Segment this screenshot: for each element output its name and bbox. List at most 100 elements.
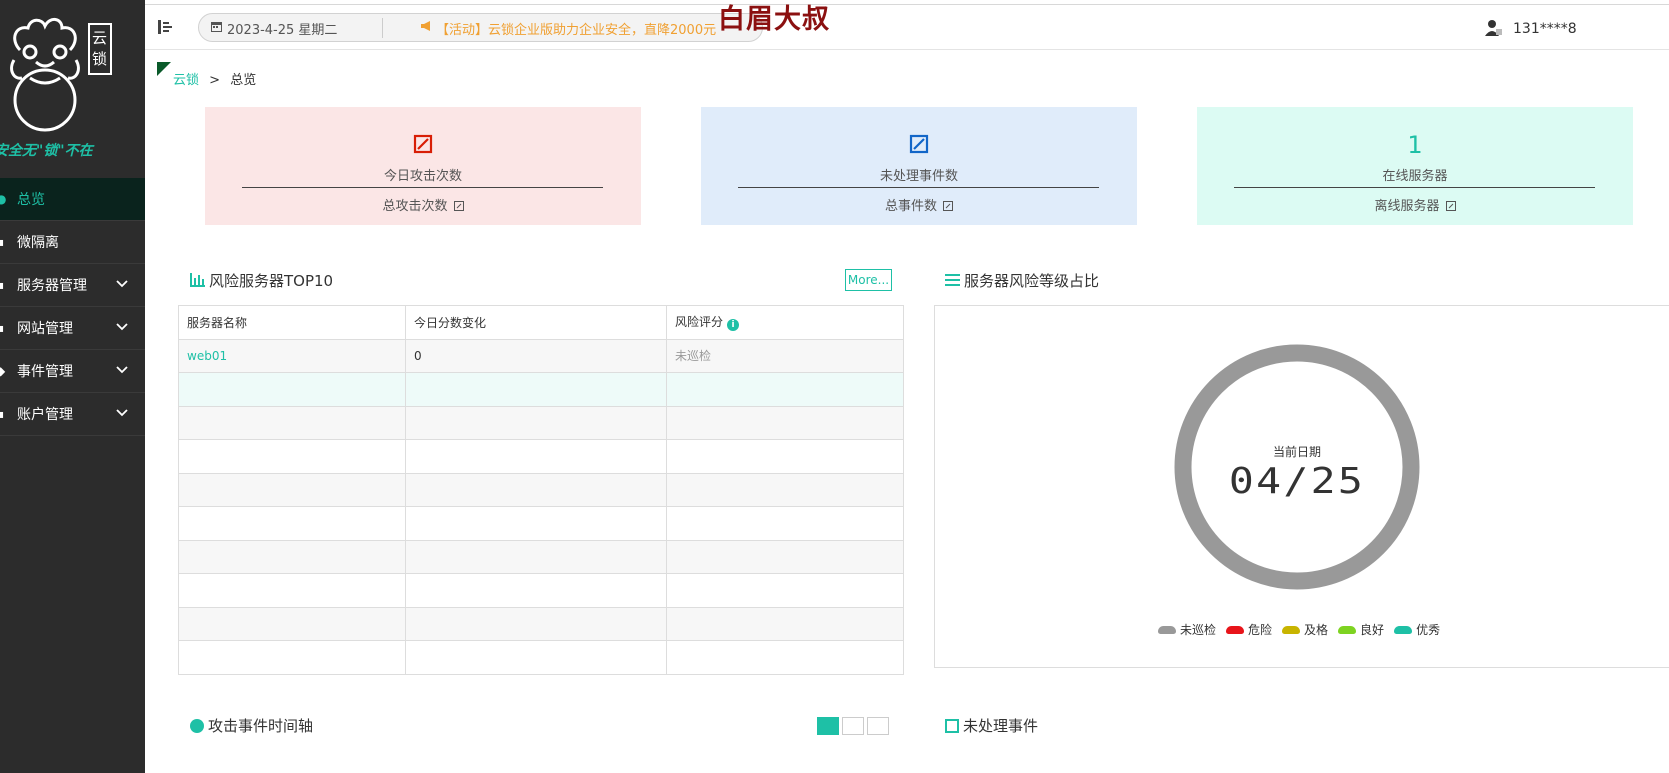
legend-item[interactable]: 危险 bbox=[1226, 623, 1272, 637]
logo[interactable]: 云锁 安全无"锁"不在 bbox=[0, 0, 145, 178]
stat-sub-link[interactable]: 总攻击次数 bbox=[205, 195, 641, 214]
table-cell bbox=[666, 439, 904, 474]
sidebar-item-label: 账户管理 bbox=[17, 407, 73, 423]
table-row bbox=[178, 539, 904, 574]
sidebar-toggle-icon[interactable] bbox=[157, 18, 175, 36]
sidebar-item-accounts[interactable]: ▪ 账户管理 bbox=[0, 393, 145, 436]
column-header: 服务器名称 bbox=[178, 305, 406, 340]
legend-item[interactable]: 优秀 bbox=[1394, 623, 1440, 637]
checkbox-icon bbox=[945, 719, 959, 733]
table-cell bbox=[178, 539, 406, 574]
stat-label: 今日攻击次数 bbox=[383, 169, 462, 184]
sidebar-item-overview[interactable]: ● 总览 bbox=[0, 178, 145, 221]
column-header-text: 风险评分 bbox=[675, 315, 724, 330]
table-cell: 0 bbox=[405, 338, 667, 373]
legend-label: 未巡检 bbox=[1180, 623, 1217, 637]
table-cell: 未巡检 bbox=[666, 338, 904, 373]
view-button-list[interactable] bbox=[817, 717, 839, 735]
column-header: 风险评分 i bbox=[666, 305, 904, 340]
breadcrumb-root-link[interactable]: 云锁 bbox=[173, 73, 199, 88]
pending-panel-title: 未处理事件 bbox=[945, 715, 1038, 736]
date-promo-bar: 2023-4-25 星期二 【活动】云锁企业版助力企业安全，直降2000元 bbox=[198, 13, 763, 42]
donut-center-label: 当前日期 bbox=[1272, 445, 1321, 459]
view-button-grid[interactable] bbox=[842, 717, 864, 735]
risk-server-table: 服务器名称 今日分数变化 风险评分 i web01 0 未巡检 bbox=[178, 305, 904, 675]
table-cell bbox=[666, 606, 904, 641]
pending-title-text: 未处理事件 bbox=[963, 717, 1039, 735]
corner-marker bbox=[157, 62, 171, 76]
table-cell bbox=[178, 372, 406, 407]
table-cell[interactable]: web01 bbox=[178, 338, 406, 373]
sidebar-item-micro-isolation[interactable]: ▪ 微隔离 bbox=[0, 221, 145, 264]
legend-swatch-icon bbox=[1226, 626, 1245, 634]
table-cell bbox=[178, 573, 406, 608]
table-row bbox=[178, 405, 904, 440]
table-cell bbox=[666, 573, 904, 608]
table-cell bbox=[666, 539, 904, 574]
sidebar-item-events[interactable]: ◆ 事件管理 bbox=[0, 350, 145, 393]
user-menu[interactable]: 131****8 bbox=[1485, 19, 1577, 37]
table-row bbox=[178, 606, 904, 641]
table-cell bbox=[405, 472, 667, 507]
chevron-down-icon bbox=[116, 323, 128, 331]
stat-label: 未处理事件数 bbox=[879, 169, 958, 184]
promo-link[interactable]: 【活动】云锁企业版助力企业安全，直降2000元 bbox=[436, 19, 716, 38]
table-cell bbox=[178, 606, 406, 641]
table-cell bbox=[666, 472, 904, 507]
sidebar-item-servers[interactable]: ▪ 服务器管理 bbox=[0, 264, 145, 307]
stat-card-servers: 1 在线服务器 离线服务器 bbox=[1197, 107, 1633, 225]
external-link-icon bbox=[1445, 201, 1456, 211]
legend-item[interactable]: 未巡检 bbox=[1158, 623, 1216, 637]
calendar-icon bbox=[211, 22, 222, 32]
sidebar-item-websites[interactable]: ▪ 网站管理 bbox=[0, 307, 145, 350]
table-cell bbox=[405, 405, 667, 440]
table-cell bbox=[405, 606, 667, 641]
list-icon bbox=[945, 274, 960, 286]
megaphone-icon bbox=[421, 21, 430, 31]
logo-badge: 云锁 bbox=[92, 29, 108, 68]
stat-sub-label: 总攻击次数 bbox=[382, 199, 448, 214]
donut-center-value: 04/25 bbox=[1228, 461, 1366, 502]
brand-watermark: 白眉大叔 bbox=[718, 4, 830, 35]
edit-square-icon bbox=[909, 134, 929, 154]
legend-label: 危险 bbox=[1248, 623, 1273, 637]
stat-sub-link[interactable]: 离线服务器 bbox=[1197, 195, 1633, 214]
table-cell bbox=[178, 439, 406, 474]
legend-item[interactable]: 良好 bbox=[1338, 623, 1384, 637]
table-cell bbox=[178, 405, 406, 440]
table-row bbox=[178, 573, 904, 608]
stat-card-attacks: 今日攻击次数 总攻击次数 bbox=[205, 107, 641, 225]
sidebar-item-label: 网站管理 bbox=[17, 321, 73, 337]
timeline-title-text: 攻击事件时间轴 bbox=[208, 717, 314, 735]
breadcrumb: 云锁 > 总览 bbox=[173, 69, 256, 88]
server-icon: ▪ bbox=[0, 278, 5, 292]
stat-card-events: 未处理事件数 总事件数 bbox=[701, 107, 1137, 225]
chevron-down-icon bbox=[116, 409, 128, 417]
legend-label: 良好 bbox=[1360, 623, 1385, 637]
user-phone: 131****8 bbox=[1513, 21, 1577, 37]
risk-panel-title-text: 风险服务器TOP10 bbox=[209, 272, 334, 290]
legend-label: 优秀 bbox=[1416, 623, 1441, 637]
sidebar-item-label: 微隔离 bbox=[17, 235, 59, 251]
main-content: 2023-4-25 星期二 【活动】云锁企业版助力企业安全，直降2000元 白眉… bbox=[145, 0, 1669, 773]
table-cell bbox=[178, 506, 406, 541]
table-cell bbox=[405, 640, 667, 675]
stat-value: 1 bbox=[1407, 131, 1423, 159]
clock-icon bbox=[190, 719, 204, 733]
more-button[interactable]: More... bbox=[845, 269, 892, 291]
view-button-other[interactable] bbox=[867, 717, 889, 735]
sidebar-item-label: 总览 bbox=[17, 192, 45, 208]
table-row bbox=[178, 472, 904, 507]
dashboard-icon: ● bbox=[0, 192, 7, 206]
stat-divider bbox=[1234, 187, 1595, 188]
legend-swatch-icon bbox=[1282, 626, 1301, 634]
info-icon[interactable]: i bbox=[727, 319, 740, 332]
chevron-down-icon bbox=[116, 366, 128, 374]
legend-item[interactable]: 及格 bbox=[1282, 623, 1328, 637]
stat-sub-link[interactable]: 总事件数 bbox=[701, 195, 1137, 214]
legend-swatch-icon bbox=[1338, 626, 1357, 634]
sidebar: 云锁 安全无"锁"不在 ● 总览 ▪ 微隔离 ▪ 服务器管理 ▪ 网站管理 ◆ … bbox=[0, 0, 145, 773]
table-row bbox=[178, 372, 904, 407]
sidebar-item-label: 服务器管理 bbox=[17, 278, 87, 294]
column-header: 今日分数变化 bbox=[405, 305, 667, 340]
